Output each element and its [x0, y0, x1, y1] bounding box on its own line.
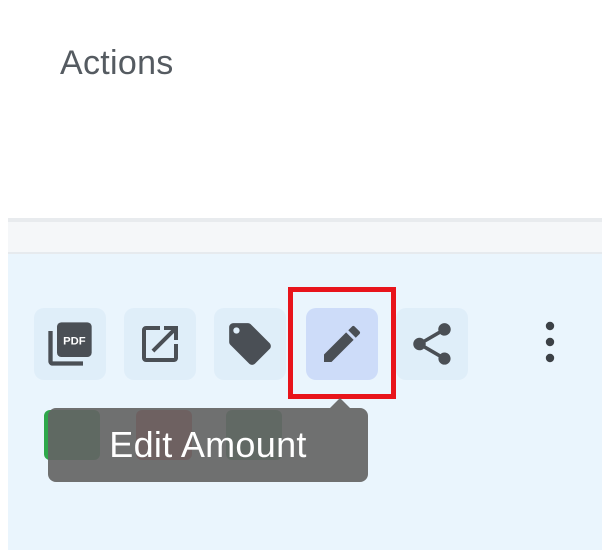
edit-amount-tooltip: Edit Amount [48, 408, 368, 482]
edit-amount-button[interactable] [306, 308, 378, 380]
table-row [8, 254, 602, 550]
pdf-icon-text: PDF [63, 336, 86, 348]
pencil-icon [318, 320, 366, 368]
tooltip-arrow [330, 398, 350, 408]
pdf-button[interactable]: PDF [34, 308, 106, 380]
row-separator [8, 222, 602, 254]
more-vertical-icon [542, 318, 558, 371]
share-button[interactable] [396, 308, 468, 380]
share-icon [407, 319, 457, 369]
pdf-icon: PDF [44, 318, 96, 370]
tag-icon [225, 319, 275, 369]
open-external-button[interactable] [124, 308, 196, 380]
tag-button[interactable] [214, 308, 286, 380]
page: Actions PDF Edit Amount [0, 0, 602, 550]
column-title: Actions [60, 44, 174, 82]
actions-column-header: Actions [8, 0, 602, 218]
more-options-button[interactable] [524, 308, 576, 380]
tooltip-text: Edit Amount [109, 424, 307, 465]
open-external-icon [136, 320, 184, 368]
